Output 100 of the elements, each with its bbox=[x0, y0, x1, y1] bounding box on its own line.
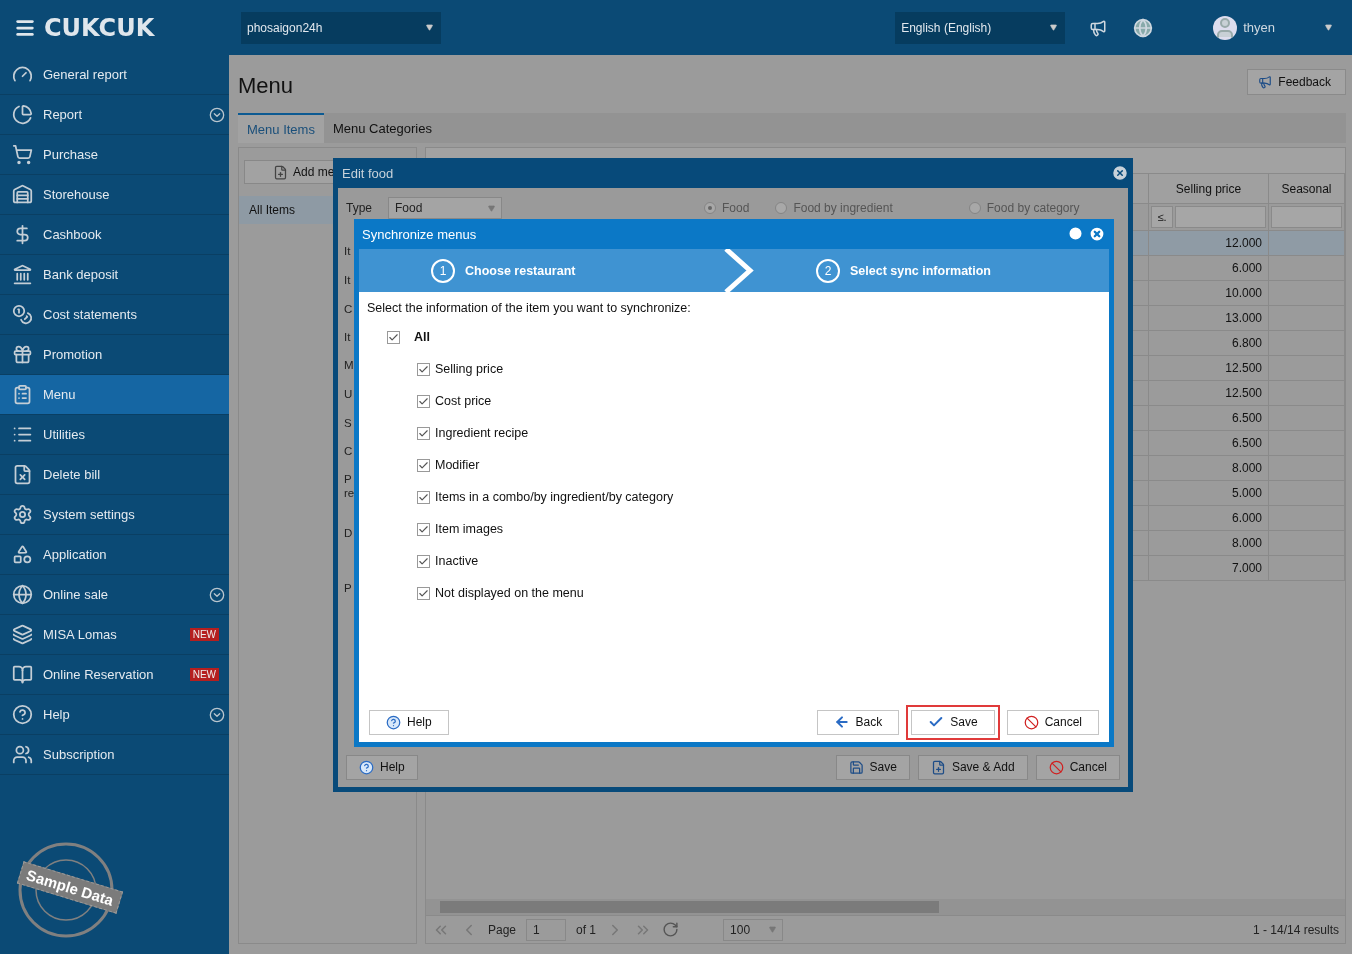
checkbox-label: Inactive bbox=[435, 554, 479, 568]
field-label: D bbox=[344, 527, 353, 539]
sidebar-icon bbox=[12, 384, 33, 405]
sidebar-item[interactable]: Subscription bbox=[0, 735, 229, 775]
table-cell: 5.000 bbox=[1149, 481, 1269, 506]
table-cell: 8.000 bbox=[1149, 531, 1269, 556]
dialog-button[interactable]: Save bbox=[835, 754, 910, 780]
sidebar-icon bbox=[12, 344, 33, 365]
close-icon[interactable] bbox=[1111, 164, 1129, 182]
chevron-down-icon[interactable] bbox=[209, 106, 225, 123]
stamp-text: Sample Data bbox=[16, 861, 124, 914]
new-badge: NEW bbox=[189, 668, 219, 681]
column-header[interactable]: Selling price bbox=[1149, 174, 1269, 204]
sidebar-icon bbox=[12, 304, 33, 325]
checkbox[interactable] bbox=[417, 554, 430, 568]
filter-field[interactable] bbox=[1175, 206, 1266, 228]
checkbox[interactable] bbox=[417, 522, 430, 536]
user-name[interactable]: thyen bbox=[1243, 20, 1275, 35]
cancel-icon bbox=[1048, 759, 1064, 775]
sidebar-item[interactable]: MISA Lomas NEW bbox=[0, 615, 229, 655]
radio-button[interactable] bbox=[968, 202, 981, 214]
refresh-icon[interactable] bbox=[662, 921, 680, 938]
megaphone-icon[interactable] bbox=[1089, 18, 1108, 37]
sidebar-icon bbox=[12, 184, 33, 205]
sidebar-icon bbox=[12, 704, 33, 725]
chevron-down-icon[interactable] bbox=[209, 706, 225, 723]
type-label: Type bbox=[346, 201, 372, 215]
checkbox[interactable] bbox=[387, 330, 400, 344]
sidebar-icon bbox=[12, 584, 33, 605]
checkbox-label: Not displayed on the menu bbox=[435, 586, 584, 600]
results-count: 1 - 14/14 results bbox=[1252, 922, 1339, 937]
dialog-button[interactable]: Back bbox=[816, 709, 900, 735]
sidebar-icon bbox=[12, 624, 33, 645]
step-number: 1 bbox=[431, 258, 455, 283]
checkbox[interactable] bbox=[417, 394, 430, 408]
dialog-title: Synchronize menus bbox=[362, 226, 477, 242]
checkbox[interactable] bbox=[417, 586, 430, 600]
logo: CUKCUK bbox=[44, 13, 155, 42]
tab[interactable]: Menu Categories bbox=[323, 113, 441, 143]
avatar-icon[interactable] bbox=[1213, 15, 1238, 40]
checkbox[interactable] bbox=[417, 426, 430, 440]
sidebar-item[interactable]: Storehouse bbox=[0, 175, 229, 215]
checkbox[interactable] bbox=[417, 458, 430, 472]
table-cell: 8.000 bbox=[1149, 456, 1269, 481]
feedback-button[interactable]: Feedback bbox=[1247, 69, 1346, 95]
restaurant-dropdown[interactable]: phosaigon24h bbox=[241, 11, 441, 44]
checkbox-label: Selling price bbox=[435, 362, 504, 376]
chevron-down-icon[interactable] bbox=[209, 586, 225, 603]
sidebar-item[interactable]: Cost statements bbox=[0, 295, 229, 335]
dialog-button[interactable]: Cancel bbox=[1035, 754, 1120, 780]
help-icon bbox=[359, 759, 374, 775]
scrollbar-thumb[interactable] bbox=[440, 901, 939, 913]
radio-button[interactable] bbox=[704, 202, 716, 214]
radio-button[interactable] bbox=[775, 202, 788, 214]
sidebar-item[interactable]: Purchase bbox=[0, 135, 229, 175]
sidebar-item[interactable]: Help bbox=[0, 695, 229, 735]
sidebar-item[interactable]: Cashbook bbox=[0, 215, 229, 255]
caret-icon[interactable] bbox=[426, 24, 433, 31]
megaphone-icon bbox=[1258, 75, 1273, 89]
page-label: Page bbox=[488, 922, 517, 937]
sidebar-item[interactable]: System settings bbox=[0, 495, 229, 535]
column-header[interactable]: Seasonal bbox=[1269, 174, 1345, 204]
caret-icon[interactable] bbox=[1050, 24, 1058, 31]
sidebar-item[interactable]: Delete bill bbox=[0, 455, 229, 495]
checkbox-label: Cost price bbox=[435, 394, 492, 408]
sidebar-item[interactable]: Bank deposit bbox=[0, 255, 229, 295]
language-dropdown[interactable]: English (English) bbox=[895, 11, 1066, 44]
sidebar-item[interactable]: Report bbox=[0, 95, 229, 135]
dialog-button[interactable]: Help bbox=[369, 709, 449, 735]
sidebar-item[interactable]: Online sale bbox=[0, 575, 229, 615]
sidebar-icon bbox=[12, 504, 33, 525]
dialog-button[interactable]: Cancel bbox=[1006, 709, 1099, 735]
field-label: It bbox=[344, 331, 351, 343]
scrollbar[interactable] bbox=[426, 899, 1345, 915]
globe-icon[interactable] bbox=[1133, 17, 1154, 38]
sidebar-item[interactable]: General report bbox=[0, 55, 229, 95]
sidebar-icon bbox=[12, 104, 33, 125]
type-dropdown[interactable]: Food bbox=[388, 197, 502, 219]
table-cell: 12.000 bbox=[1149, 231, 1269, 256]
field-label: M bbox=[344, 359, 354, 371]
sidebar-item[interactable]: Online Reservation NEW bbox=[0, 655, 229, 695]
sidebar-item[interactable]: Menu bbox=[0, 375, 229, 415]
close-icon[interactable] bbox=[1088, 225, 1106, 243]
dialog-button[interactable]: Save & Add bbox=[917, 754, 1028, 780]
checkbox[interactable] bbox=[417, 362, 430, 376]
field-label: C bbox=[344, 303, 353, 315]
field-label: C bbox=[344, 445, 353, 457]
caret-icon[interactable] bbox=[1325, 24, 1332, 31]
table-cell: 10.000 bbox=[1149, 281, 1269, 306]
table-cell: 6.000 bbox=[1149, 506, 1269, 531]
page-title: Menu bbox=[238, 72, 294, 99]
sidebar-item[interactable]: Utilities bbox=[0, 415, 229, 455]
page-field[interactable]: 1 bbox=[526, 918, 567, 941]
dialog-button[interactable]: Save bbox=[911, 709, 995, 735]
sidebar-item[interactable]: Application bbox=[0, 535, 229, 575]
table-cell: 13.000 bbox=[1149, 306, 1269, 331]
page-size-dropdown[interactable]: 100 bbox=[723, 918, 784, 941]
checkbox[interactable] bbox=[417, 490, 430, 504]
filter-operator[interactable]: ≤. bbox=[1151, 206, 1173, 228]
dialog-button[interactable]: Help bbox=[346, 754, 418, 780]
